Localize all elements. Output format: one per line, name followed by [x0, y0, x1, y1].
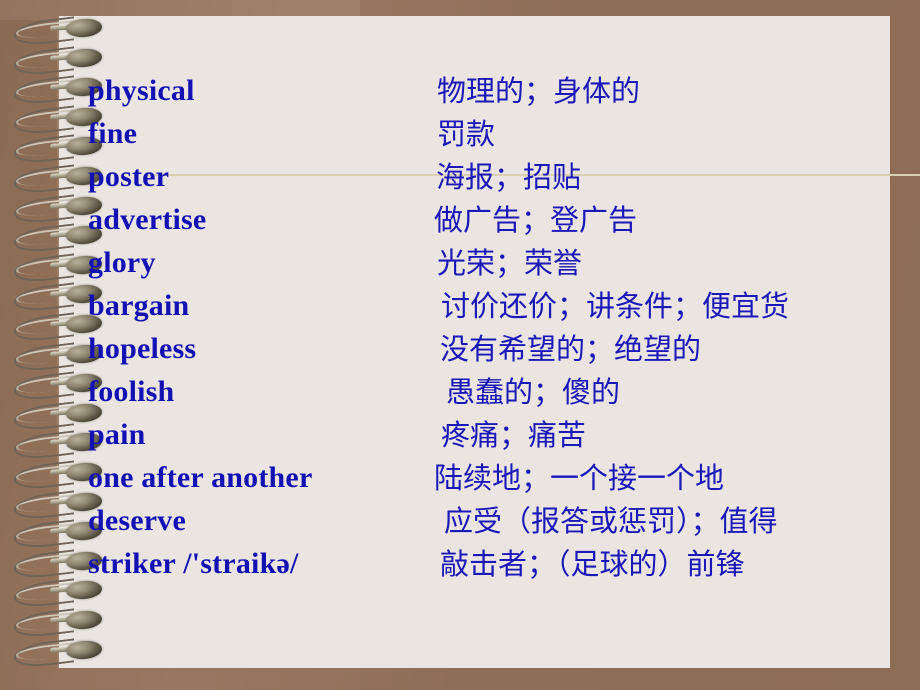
chinese-definition: 愚蠢的；傻的	[446, 375, 621, 409]
chinese-definition: 陆续地；一个接一个地	[434, 461, 725, 495]
english-term: striker /'straikə/	[88, 547, 299, 580]
vocabulary-row: striker /'straikə/敲击者；（足球的）前锋	[0, 545, 920, 588]
vocabulary-row: fine 罚款	[0, 115, 920, 158]
english-term: glory	[88, 246, 156, 279]
chinese-definition: 疼痛；痛苦	[441, 418, 587, 452]
english-term: advertise	[88, 203, 207, 236]
chinese-definition: 敲击者；（足球的）前锋	[440, 547, 745, 581]
english-term: one after another	[88, 461, 313, 494]
vocabulary-list: physical 物理的；身体的 fine 罚款 poster 海报；招贴 advertis…	[0, 0, 920, 690]
vocabulary-row: pain 疼痛；痛苦	[0, 416, 920, 459]
vocabulary-row: advertise 做广告；登广告	[0, 201, 920, 244]
english-term: pain	[88, 418, 146, 451]
english-term: physical	[88, 74, 195, 107]
chinese-definition: 做广告；登广告	[434, 203, 638, 237]
vocabulary-row: hopeless 没有希望的；绝望的	[0, 330, 920, 373]
chinese-definition: 光荣；荣誉	[437, 246, 583, 280]
chinese-definition: 讨价还价；讲条件；便宜货	[441, 289, 790, 323]
chinese-definition: 没有希望的；绝望的	[440, 332, 702, 366]
vocabulary-row: deserve 应受（报答或惩罚）；值得	[0, 502, 920, 545]
english-term: deserve	[88, 504, 187, 537]
vocabulary-row: foolish 愚蠢的；傻的	[0, 373, 920, 416]
english-term: foolish	[88, 375, 175, 408]
chinese-definition: 罚款	[437, 117, 496, 151]
vocabulary-row: physical 物理的；身体的	[0, 72, 920, 115]
vocabulary-row: one after another 陆续地；一个接一个地	[0, 459, 920, 502]
chinese-definition: 海报；招贴	[436, 160, 582, 194]
vocabulary-row: glory 光荣；荣誉	[0, 244, 920, 287]
chinese-definition: 应受（报答或惩罚）；值得	[444, 504, 778, 538]
slide-canvas: physical 物理的；身体的 fine 罚款 poster 海报；招贴 advertis…	[0, 0, 920, 690]
vocabulary-row: bargain 讨价还价；讲条件；便宜货	[0, 287, 920, 330]
english-term: hopeless	[88, 332, 197, 365]
english-term: bargain	[88, 289, 190, 322]
chinese-definition: 物理的；身体的	[437, 74, 641, 108]
vocabulary-row: poster 海报；招贴	[0, 158, 920, 201]
english-term: poster	[88, 160, 170, 193]
english-term: fine	[88, 117, 138, 150]
